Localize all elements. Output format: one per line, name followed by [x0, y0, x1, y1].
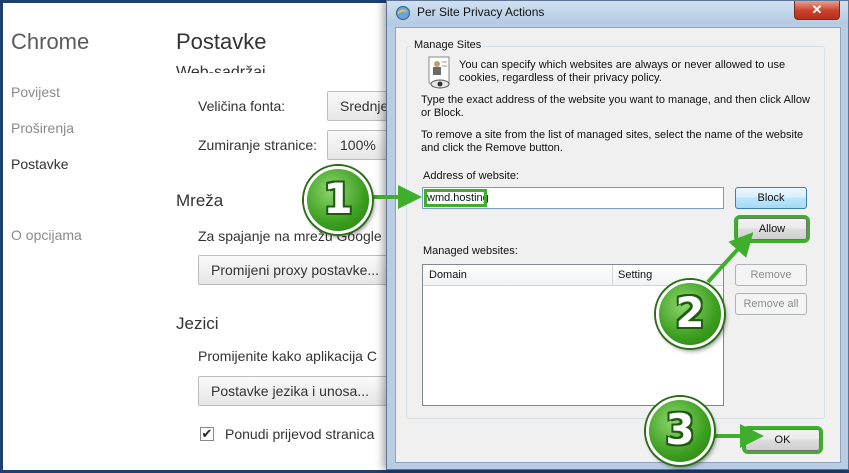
callout-arrow-2	[706, 232, 754, 284]
callout-arrows	[362, 185, 764, 448]
callout-badge-1: 1	[304, 166, 372, 234]
callout-badge-3: 3	[646, 397, 714, 465]
callout-badge-2: 2	[656, 280, 724, 348]
